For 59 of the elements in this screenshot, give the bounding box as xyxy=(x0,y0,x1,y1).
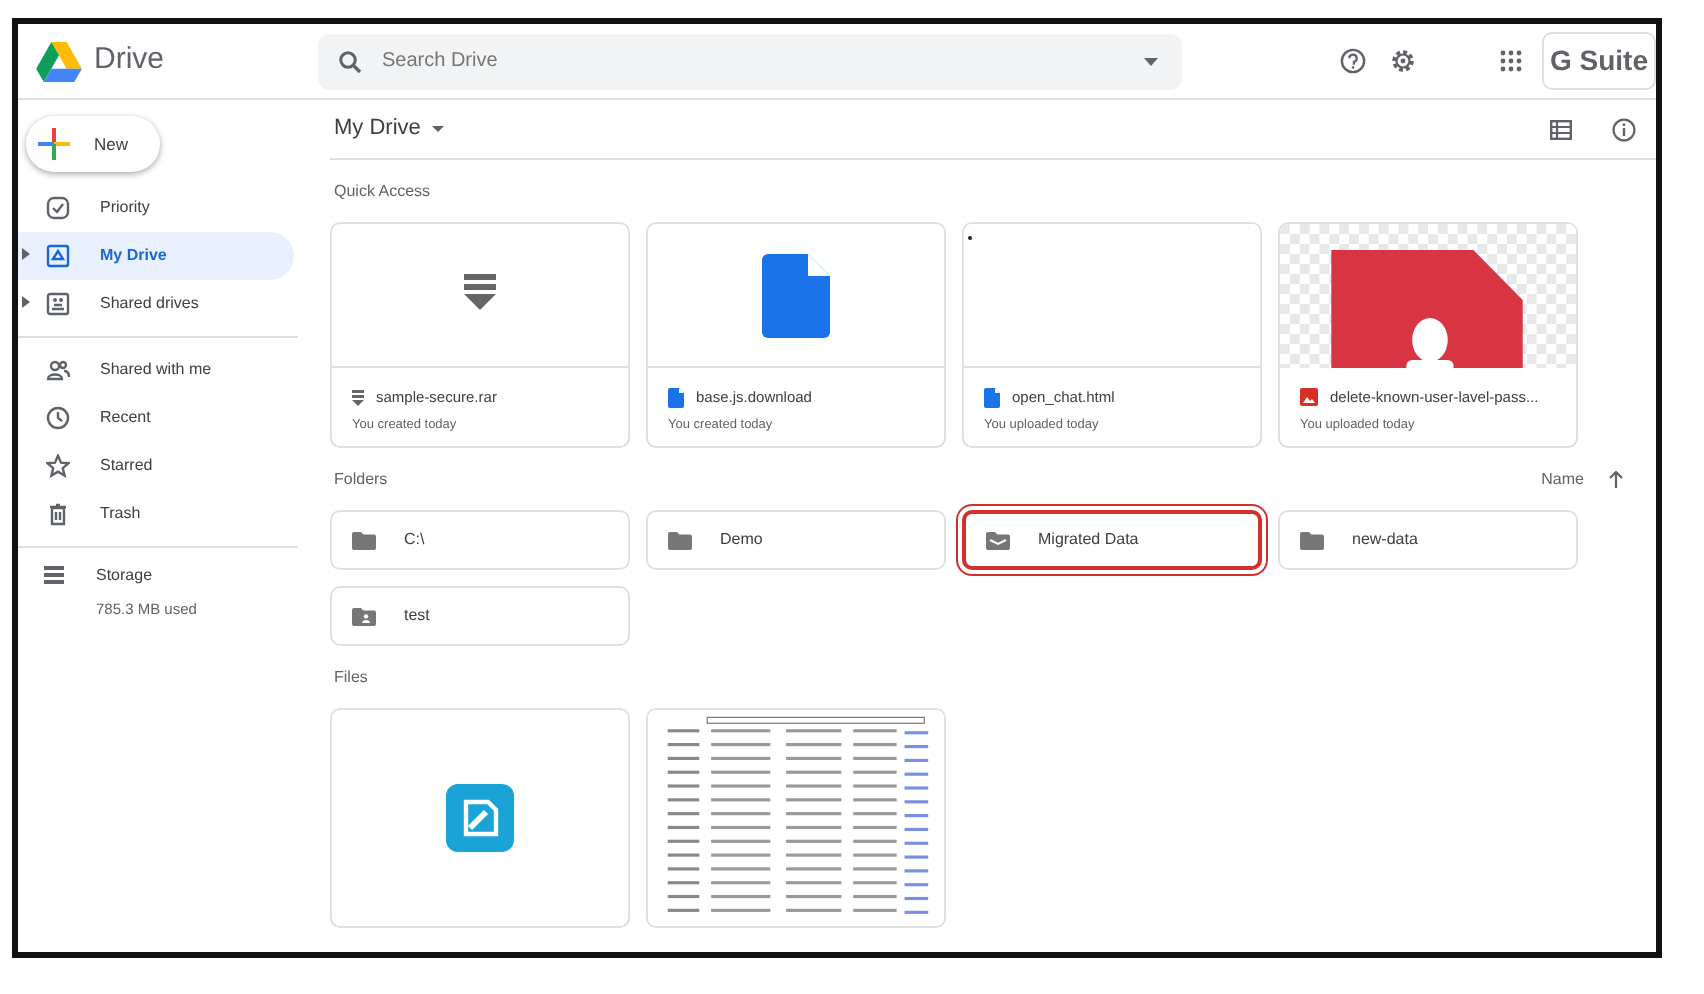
new-button[interactable]: New xyxy=(26,116,161,172)
shared-drive-icon xyxy=(46,292,70,316)
folder-card[interactable]: new-data xyxy=(1278,510,1578,570)
plus-icon xyxy=(38,128,70,160)
document-icon xyxy=(984,387,1000,408)
folder-card[interactable]: C:\ xyxy=(330,510,630,570)
shared-folder-icon xyxy=(352,607,376,625)
sidebar-item[interactable]: Shared drives xyxy=(18,280,294,328)
sidebar-item[interactable]: Shared with me xyxy=(18,346,294,394)
folder-icon xyxy=(986,531,1010,549)
clock-icon xyxy=(46,406,70,430)
breadcrumb-dropdown[interactable]: My Drive xyxy=(334,112,453,146)
drive-icon xyxy=(46,244,70,268)
sidebar-item[interactable]: Starred xyxy=(18,442,294,490)
folder-name: C:\ xyxy=(404,528,425,552)
brand-logo[interactable]: G Suite xyxy=(1541,32,1656,90)
folder-name: Demo xyxy=(720,528,763,552)
file-card[interactable] xyxy=(330,708,630,928)
checkmark-icon xyxy=(46,196,70,220)
dropdown-caret-icon[interactable] xyxy=(1144,57,1158,65)
section-heading: Files xyxy=(334,666,370,690)
storage-icon xyxy=(42,564,66,586)
search-field[interactable]: Search Drive xyxy=(318,33,1182,89)
list-view-icon[interactable] xyxy=(1550,119,1572,139)
section-heading: Folders xyxy=(334,468,388,492)
folder-card[interactable]: test xyxy=(330,586,630,646)
folder-icon xyxy=(352,531,376,549)
drive-logo-icon xyxy=(36,41,82,81)
expand-arrow-icon[interactable] xyxy=(22,247,30,260)
people-icon xyxy=(46,358,70,382)
folder-card[interactable]: Demo xyxy=(646,510,946,570)
folder-icon xyxy=(1300,531,1324,549)
star-icon xyxy=(46,454,70,478)
app-icon xyxy=(446,784,514,852)
expand-arrow-icon[interactable] xyxy=(22,295,30,308)
folder-icon xyxy=(668,531,692,549)
image-file-icon xyxy=(1300,388,1318,407)
storage-label: Storage xyxy=(96,564,155,588)
caret-icon xyxy=(432,126,445,132)
sidebar-item[interactable]: Priority xyxy=(18,184,294,232)
sidebar-item[interactable]: My Drive xyxy=(18,232,294,280)
help-icon[interactable] xyxy=(1339,48,1366,74)
sidebar-item[interactable]: Trash xyxy=(18,490,294,538)
trash-icon xyxy=(46,502,70,526)
section-heading: Quick Access xyxy=(334,180,433,204)
settings-icon[interactable] xyxy=(1389,48,1416,74)
folder-name: new-data xyxy=(1352,528,1418,552)
search-icon xyxy=(338,49,362,73)
document-icon xyxy=(668,387,684,408)
info-icon[interactable] xyxy=(1612,117,1636,141)
folder-name: Migrated Data xyxy=(1038,528,1139,552)
document-icon xyxy=(762,253,830,337)
folder-card[interactable]: Migrated Data xyxy=(962,510,1262,570)
folder-name: test xyxy=(404,604,430,628)
app-name: Drive xyxy=(94,40,165,81)
archive-icon xyxy=(352,389,364,406)
apps-grid-icon[interactable] xyxy=(1499,50,1522,72)
sidebar-item[interactable]: Recent xyxy=(18,394,294,442)
sort-button[interactable]: Name xyxy=(1541,467,1624,491)
